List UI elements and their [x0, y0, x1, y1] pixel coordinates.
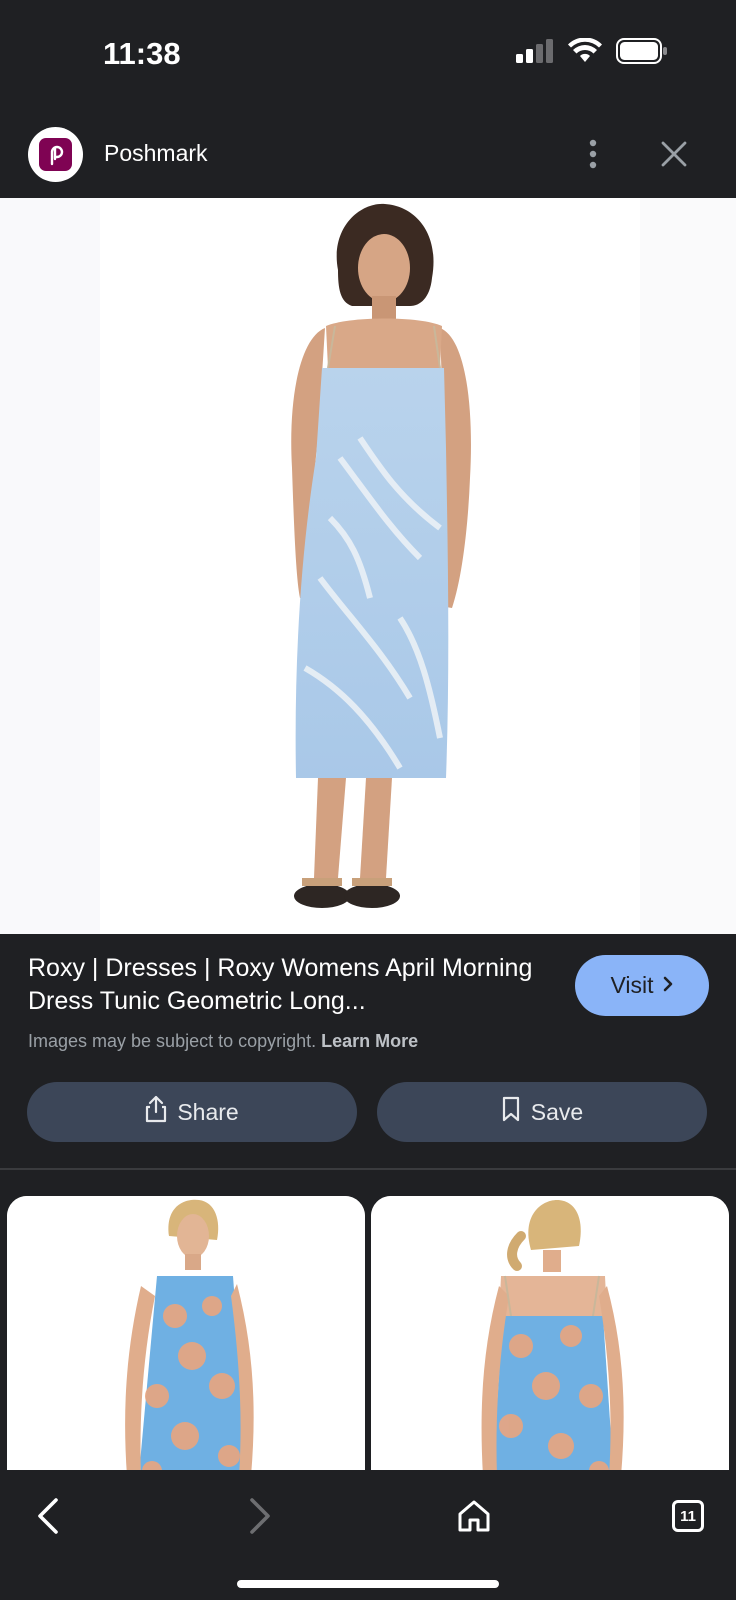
copyright-notice: Images may be subject to copyright. Lear… — [28, 1031, 418, 1052]
battery-icon — [616, 38, 668, 69]
tabs-icon[interactable]: 11 — [660, 1488, 716, 1544]
share-label: Share — [177, 1098, 239, 1125]
home-icon[interactable] — [446, 1488, 502, 1544]
back-icon[interactable] — [20, 1488, 76, 1544]
status-icons — [516, 37, 668, 69]
result-title[interactable]: Roxy | Dresses | Roxy Womens April Morni… — [28, 952, 548, 1018]
section-divider — [0, 1168, 736, 1170]
status-bar: 11:38 — [0, 0, 736, 104]
save-button[interactable]: Save — [377, 1082, 707, 1142]
save-label: Save — [530, 1098, 584, 1125]
copyright-text: Images may be subject to copyright. — [28, 1031, 317, 1051]
wifi-icon — [568, 37, 602, 69]
close-icon[interactable] — [656, 136, 692, 172]
status-time: 11:38 — [103, 36, 181, 71]
more-vert-icon[interactable] — [578, 136, 608, 172]
learn-more-link[interactable]: Learn More — [321, 1031, 418, 1051]
bookmark-icon — [501, 1096, 521, 1128]
chevron-right-icon — [662, 972, 674, 999]
main-product-image[interactable] — [0, 198, 736, 934]
share-icon — [145, 1095, 167, 1129]
tab-count: 11 — [672, 1500, 704, 1532]
related-image-card[interactable] — [7, 1196, 365, 1496]
visit-button[interactable]: Visit — [575, 955, 709, 1016]
related-images-grid — [0, 1196, 736, 1496]
site-name[interactable]: Poshmark — [104, 140, 208, 167]
home-indicator — [237, 1580, 499, 1588]
poshmark-logo[interactable] — [28, 127, 83, 182]
share-button[interactable]: Share — [27, 1082, 357, 1142]
viewer-header: Poshmark — [0, 104, 736, 198]
visit-label: Visit — [610, 972, 654, 998]
browser-toolbar: 11 — [0, 1470, 736, 1600]
forward-icon[interactable] — [232, 1488, 288, 1544]
related-image-card[interactable] — [371, 1196, 729, 1496]
signal-icon — [516, 39, 554, 68]
result-info: Roxy | Dresses | Roxy Womens April Morni… — [0, 934, 736, 1170]
